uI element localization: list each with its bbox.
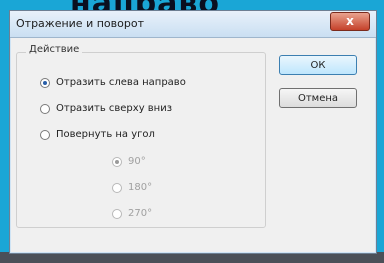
radio-angle-270[interactable]: 270°	[112, 208, 152, 219]
radio-checked-icon	[112, 156, 122, 167]
radio-angle-90[interactable]: 90°	[112, 156, 146, 167]
radio-icon	[40, 103, 50, 114]
radio-flip-vertical[interactable]: Отразить сверху вниз	[40, 103, 172, 114]
action-group-label: Действие	[26, 44, 83, 55]
radio-rotate-label: Повернуть на угол	[56, 129, 155, 140]
radio-icon	[40, 129, 50, 140]
radio-flip-vertical-label: Отразить сверху вниз	[56, 103, 173, 114]
radio-icon	[112, 182, 122, 193]
radio-flip-horizontal[interactable]: Отразить слева направо	[40, 77, 186, 88]
radio-icon	[112, 208, 122, 219]
radio-angle-270-label: 270°	[128, 208, 153, 219]
radio-flip-horizontal-label: Отразить слева направо	[56, 77, 186, 88]
close-button[interactable]: x	[330, 12, 370, 31]
radio-rotate[interactable]: Повернуть на угол	[40, 129, 155, 140]
radio-angle-180-label: 180°	[128, 182, 153, 193]
radio-angle-180[interactable]: 180°	[112, 182, 152, 193]
ok-button[interactable]: ОК	[279, 55, 357, 75]
title-bar: Отражение и поворот x	[10, 11, 376, 38]
radio-checked-icon	[40, 77, 50, 88]
dialog-title: Отражение и поворот	[16, 17, 144, 30]
cancel-button[interactable]: Отмена	[279, 88, 357, 108]
radio-angle-90-label: 90°	[128, 156, 146, 167]
close-icon: x	[346, 14, 354, 28]
